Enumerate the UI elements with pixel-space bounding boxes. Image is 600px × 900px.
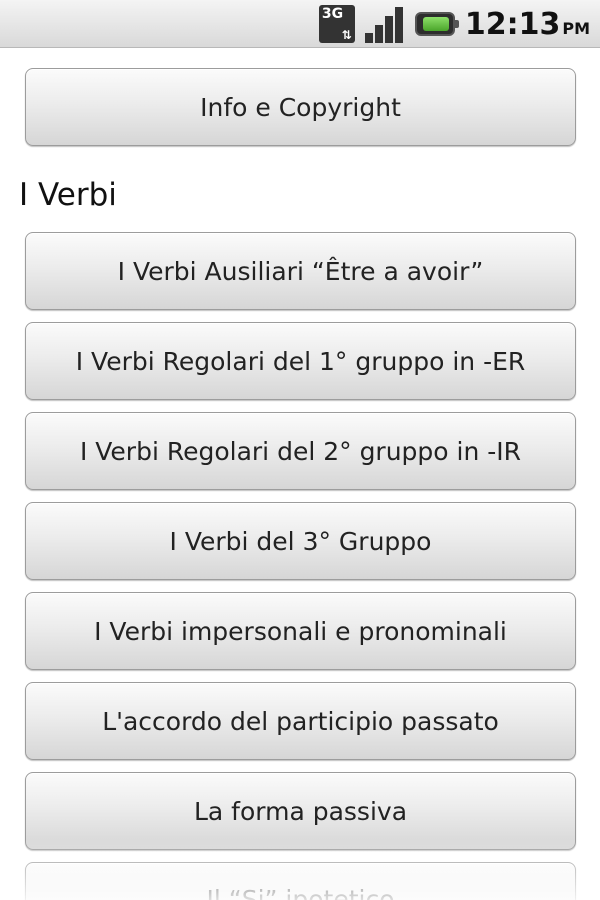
3g-data-icon: 3G ⇅	[318, 5, 355, 43]
info-copyright-button[interactable]: Info e Copyright	[25, 68, 576, 146]
clock-ampm: PM	[562, 18, 590, 38]
status-icons: 3G ⇅ 12:13 PM	[318, 0, 590, 48]
forma-passiva-button[interactable]: La forma passiva	[25, 772, 576, 850]
status-bar: 3G ⇅ 12:13 PM	[0, 0, 600, 48]
verbi-impersonali-button[interactable]: I Verbi impersonali e pronominali	[25, 592, 576, 670]
battery-icon	[414, 12, 459, 36]
verbi-regolari-er-button[interactable]: I Verbi Regolari del 1° gruppo in -ER	[25, 322, 576, 400]
section-title: I Verbi	[19, 177, 117, 213]
clock-time: 12:13	[464, 6, 561, 42]
battery-level	[422, 17, 449, 31]
data-arrows-icon: ⇅	[341, 28, 352, 42]
verbi-terzo-gruppo-button[interactable]: I Verbi del 3° Gruppo	[25, 502, 576, 580]
network-type-label: 3G	[321, 6, 344, 22]
signal-strength-icon	[364, 5, 405, 43]
clock: 12:13 PM	[465, 7, 590, 42]
main-content: Info e Copyright I Verbi I Verbi Ausilia…	[0, 49, 600, 900]
verbi-ausiliari-button[interactable]: I Verbi Ausiliari “Être a avoir”	[25, 232, 576, 310]
verbi-regolari-ir-button[interactable]: I Verbi Regolari del 2° gruppo in -IR	[25, 412, 576, 490]
accordo-participio-button[interactable]: L'accordo del participio passato	[25, 682, 576, 760]
si-ipotetico-button[interactable]: Il “Si” ipotetico	[25, 862, 576, 900]
